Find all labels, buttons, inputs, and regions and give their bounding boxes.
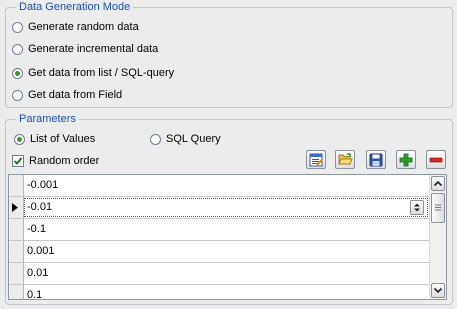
value-cell[interactable]: 0.1 bbox=[27, 285, 42, 299]
radio-button[interactable] bbox=[14, 133, 25, 145]
table-row[interactable]: 0.1 bbox=[9, 285, 430, 299]
radio-label: SQL Query bbox=[166, 133, 221, 145]
radio-button[interactable] bbox=[12, 89, 23, 101]
table-row-selected[interactable]: -0.01 bbox=[9, 197, 430, 219]
add-icon bbox=[399, 153, 413, 166]
scroll-down-button[interactable] bbox=[431, 283, 445, 298]
value-cell-editor[interactable]: -0.01 bbox=[24, 198, 428, 217]
spin-up-down-icon bbox=[414, 203, 420, 212]
radio-label: Generate random data bbox=[28, 21, 139, 33]
data-generation-mode-group: Data Generation Mode Generate random dat… bbox=[5, 0, 453, 108]
edit-button[interactable] bbox=[306, 150, 326, 169]
random-order-checkbox[interactable]: Random order bbox=[12, 152, 99, 170]
checkbox-label: Random order bbox=[29, 155, 100, 167]
value-cell[interactable]: -0.001 bbox=[27, 175, 58, 196]
remove-icon bbox=[429, 157, 443, 162]
scroll-up-button[interactable] bbox=[431, 176, 445, 191]
value-cell[interactable]: -0.1 bbox=[27, 219, 46, 240]
table-row[interactable]: 0.001 bbox=[9, 241, 430, 263]
radio-get-data-from-list[interactable]: Get data from list / SQL-query bbox=[12, 64, 174, 82]
value-cell[interactable]: -0.01 bbox=[27, 199, 52, 216]
radio-button[interactable] bbox=[150, 133, 161, 145]
radio-button[interactable] bbox=[12, 43, 23, 55]
chevron-up-icon bbox=[433, 180, 443, 187]
scroll-thumb[interactable] bbox=[431, 193, 445, 223]
value-cell[interactable]: 0.001 bbox=[27, 241, 55, 262]
radio-get-data-from-field[interactable]: Get data from Field bbox=[12, 86, 122, 104]
row-header[interactable] bbox=[9, 285, 24, 299]
vertical-scrollbar[interactable] bbox=[429, 175, 446, 299]
table-row[interactable]: -0.001 bbox=[9, 175, 430, 197]
row-header[interactable] bbox=[9, 219, 24, 240]
save-icon bbox=[369, 153, 383, 166]
radio-generate-random[interactable]: Generate random data bbox=[12, 18, 139, 36]
row-header[interactable] bbox=[9, 263, 24, 284]
radio-generate-incremental[interactable]: Generate incremental data bbox=[12, 40, 158, 58]
grip-icon bbox=[435, 204, 441, 211]
chevron-down-icon bbox=[433, 287, 443, 294]
radio-sql-query[interactable]: SQL Query bbox=[150, 130, 221, 148]
add-button[interactable] bbox=[396, 150, 416, 169]
row-header[interactable] bbox=[9, 241, 24, 262]
remove-button[interactable] bbox=[426, 150, 446, 169]
current-row-arrow-icon bbox=[12, 203, 18, 212]
radio-label: Generate incremental data bbox=[28, 43, 159, 55]
values-grid[interactable]: -0.001 -0.01 -0.1 0.001 0.01 0.1 bbox=[8, 174, 447, 300]
value-cell[interactable]: 0.01 bbox=[27, 263, 48, 284]
spin-button[interactable] bbox=[410, 200, 424, 215]
radio-label: Get data from list / SQL-query bbox=[28, 67, 175, 79]
radio-label: List of Values bbox=[30, 133, 96, 145]
radio-button[interactable] bbox=[12, 21, 23, 33]
open-folder-icon bbox=[337, 153, 353, 165]
open-button[interactable] bbox=[335, 150, 355, 169]
radio-label: Get data from Field bbox=[28, 89, 123, 101]
data-generation-mode-title: Data Generation Mode bbox=[16, 0, 134, 14]
checkbox[interactable] bbox=[12, 155, 24, 167]
row-header[interactable] bbox=[9, 197, 24, 218]
parameters-title: Parameters bbox=[16, 112, 79, 126]
table-row[interactable]: -0.1 bbox=[9, 219, 430, 241]
table-row[interactable]: 0.01 bbox=[9, 263, 430, 285]
save-button[interactable] bbox=[366, 150, 386, 169]
edit-icon bbox=[309, 153, 323, 166]
radio-list-of-values[interactable]: List of Values bbox=[14, 130, 95, 148]
radio-button[interactable] bbox=[12, 67, 23, 79]
row-header[interactable] bbox=[9, 175, 24, 196]
